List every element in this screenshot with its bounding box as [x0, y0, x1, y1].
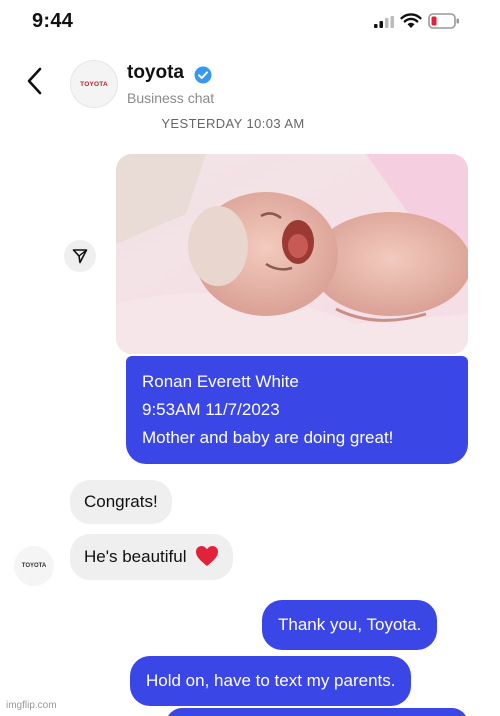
watermark: imgflip.com [6, 700, 57, 711]
message-sent-birth-announcement[interactable]: Ronan Everett White 9:53AM 11/7/2023 Mot… [126, 356, 468, 464]
message-line: 9:53AM 11/7/2023 [142, 400, 280, 419]
newborn-photo [116, 154, 468, 354]
avatar[interactable]: TOYOTA [70, 60, 118, 108]
message-text: Hold on, have to text my parents. [146, 671, 396, 690]
share-icon[interactable] [64, 240, 96, 272]
message-received-beautiful[interactable]: He's beautiful [70, 534, 234, 580]
message-text: He's beautiful [84, 547, 187, 566]
chevron-left-icon[interactable] [24, 66, 46, 96]
signal-icon [374, 16, 394, 28]
verified-badge-icon [194, 66, 212, 84]
status-bar: 9:44 [0, 0, 500, 48]
send-arrow-icon [72, 249, 88, 264]
heart-icon [196, 546, 219, 566]
message-text: Congrats! [84, 492, 158, 511]
sender-avatar[interactable]: TOYOTA [14, 546, 54, 586]
message-sent-partial [166, 708, 468, 716]
message-sent-thank-you[interactable]: Thank you, Toyota. [262, 600, 438, 650]
wifi-icon [400, 13, 422, 28]
contact-subtitle: Business chat [127, 90, 215, 106]
status-time: 9:44 [32, 10, 74, 32]
message-received-congrats[interactable]: Congrats! [70, 480, 172, 524]
message-text: Thank you, Toyota. [278, 615, 422, 634]
message-line: Mother and baby are doing great! [142, 428, 394, 447]
chat-header: TOYOTA toyota Business chat [0, 52, 500, 112]
contact-name[interactable]: toyota [127, 62, 184, 84]
avatar-logo: TOYOTA [80, 80, 108, 88]
message-timestamp: YESTERDAY 10:03 AM [161, 116, 305, 131]
photo-message[interactable] [116, 154, 468, 354]
message-line: Ronan Everett White [142, 372, 299, 391]
message-sent-hold-on[interactable]: Hold on, have to text my parents. [130, 656, 412, 706]
battery-icon [428, 13, 459, 29]
avatar-logo: TOYOTA [21, 563, 47, 569]
